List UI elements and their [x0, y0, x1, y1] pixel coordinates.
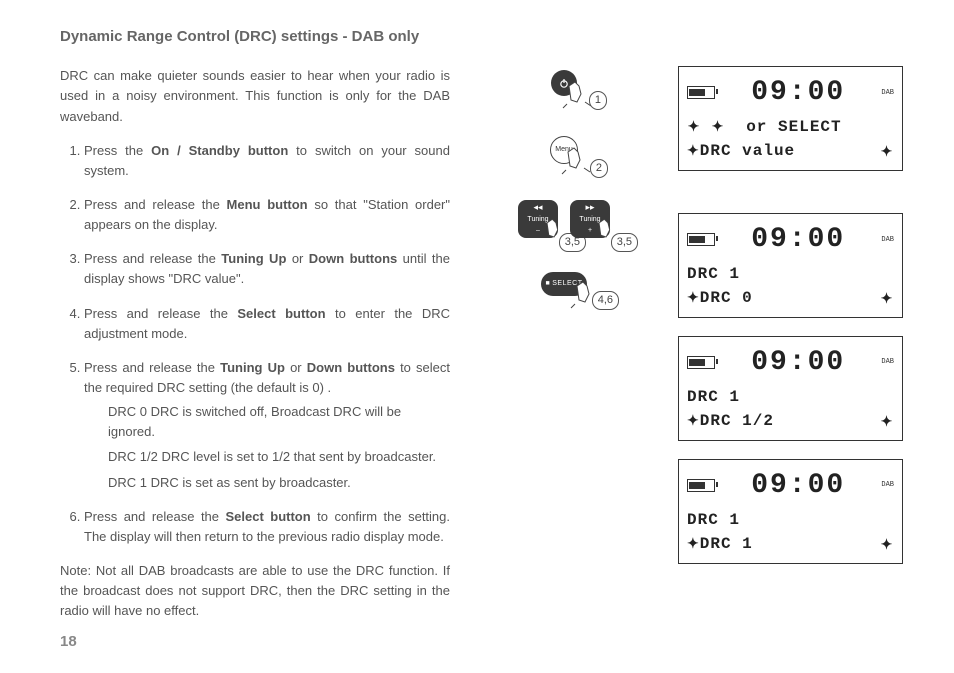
step-badge: 4,6	[592, 291, 619, 310]
step-5: Press and release the Tuning Up or Down …	[84, 358, 450, 493]
battery-icon	[687, 356, 715, 369]
lcd-screen-1: 09:00 DAB ✦✦ or SELECT ✦DRC value ✦	[678, 66, 903, 171]
lcd-time: 09:00	[751, 341, 845, 384]
manual-page: Dynamic Range Control (DRC) settings - D…	[0, 0, 954, 673]
drc-option-1: DRC 1 DRC is set as sent by broadcaster.	[108, 473, 450, 493]
lcd-screen-4: 09:00 DAB DRC 1 ✦DRC 1 ✦	[678, 459, 903, 564]
drc-option-half: DRC 1/2 DRC level is set to 1/2 that sen…	[108, 447, 450, 467]
lcd-time: 09:00	[751, 464, 845, 507]
button-diagram-column: 1 Menu 2 ◂◂ Tuning	[474, 66, 654, 621]
lcd-time: 09:00	[751, 218, 845, 261]
note-paragraph: Note: Not all DAB broadcasts are able to…	[60, 561, 450, 621]
intro-paragraph: DRC can make quieter sounds easier to he…	[60, 66, 450, 126]
hand-icon	[560, 142, 594, 176]
drc-option-0: DRC 0 DRC is switched off, Broadcast DRC…	[108, 402, 450, 442]
battery-icon	[687, 479, 715, 492]
step-badge: 1	[589, 91, 607, 110]
lcd-screen-2: 09:00 DAB DRC 1 ✦DRC 0 ✦	[678, 213, 903, 318]
page-number: 18	[60, 630, 77, 653]
step-2: Press and release the Menu button so tha…	[84, 195, 450, 235]
step-badge: 2	[590, 159, 608, 178]
step-badge: 3,5	[611, 233, 638, 252]
step-4: Press and release the Select button to e…	[84, 304, 450, 344]
battery-icon	[687, 233, 715, 246]
text-column: DRC can make quieter sounds easier to he…	[60, 66, 450, 621]
page-title: Dynamic Range Control (DRC) settings - D…	[60, 25, 920, 48]
dab-badge: DAB	[881, 88, 894, 99]
lcd-column: 09:00 DAB ✦✦ or SELECT ✦DRC value ✦ 09:0…	[678, 66, 908, 621]
battery-icon	[687, 86, 715, 99]
dab-badge: DAB	[881, 235, 894, 246]
step-1: Press the On / Standby button to switch …	[84, 141, 450, 181]
lcd-time: 09:00	[751, 71, 845, 114]
dab-badge: DAB	[881, 480, 894, 491]
dab-badge: DAB	[881, 357, 894, 368]
step-6: Press and release the Select button to c…	[84, 507, 450, 547]
drc-options: DRC 0 DRC is switched off, Broadcast DRC…	[84, 402, 450, 493]
lcd-screen-3: 09:00 DAB DRC 1 ✦DRC 1/2 ✦	[678, 336, 903, 441]
instruction-list: Press the On / Standby button to switch …	[60, 141, 450, 547]
step-3: Press and release the Tuning Up or Down …	[84, 249, 450, 289]
